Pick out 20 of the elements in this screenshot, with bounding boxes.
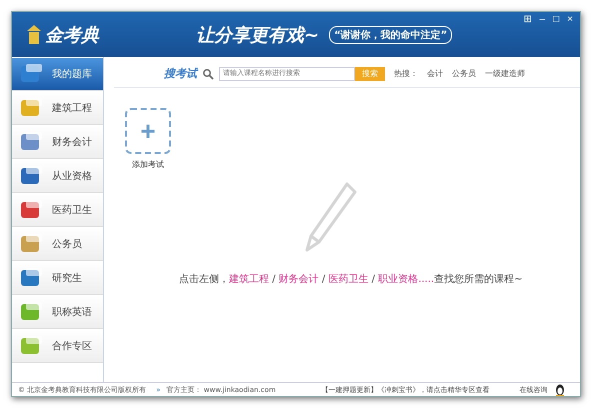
window-control[interactable]: × [564, 14, 576, 26]
category-link[interactable]: 医药卫生 [328, 274, 368, 285]
window-control[interactable]: – [536, 14, 548, 26]
search-title: 搜考试 [164, 66, 197, 81]
window-control[interactable]: □ [550, 14, 562, 26]
hot-label: 热搜： [394, 68, 418, 79]
hint-text: 点击左侧，建筑工程 / 财务会计 / 医药卫生 / 职业资格.....查找您所需的课程~ [179, 272, 522, 286]
hot-search-link[interactable]: 一级建造师 [485, 68, 525, 79]
search-icon [202, 68, 214, 80]
app-logo: 金考典 [45, 24, 99, 46]
sidebar-item[interactable]: 我的题库 [12, 58, 103, 91]
category-link[interactable]: 职业资格..... [378, 274, 434, 285]
category-link[interactable]: 建筑工程 [229, 274, 269, 285]
add-exam-label: 添加考试 [132, 159, 164, 170]
category-link[interactable]: 财务会计 [278, 274, 319, 285]
window-control[interactable]: ⊞ [520, 14, 535, 26]
hot-search-link[interactable]: 会计 [427, 68, 443, 79]
tagline: “谢谢你，我的命中注定” [329, 26, 452, 44]
slogan: 让分享更有戏~ [196, 24, 320, 46]
hot-search-link[interactable]: 公务员 [452, 68, 476, 79]
